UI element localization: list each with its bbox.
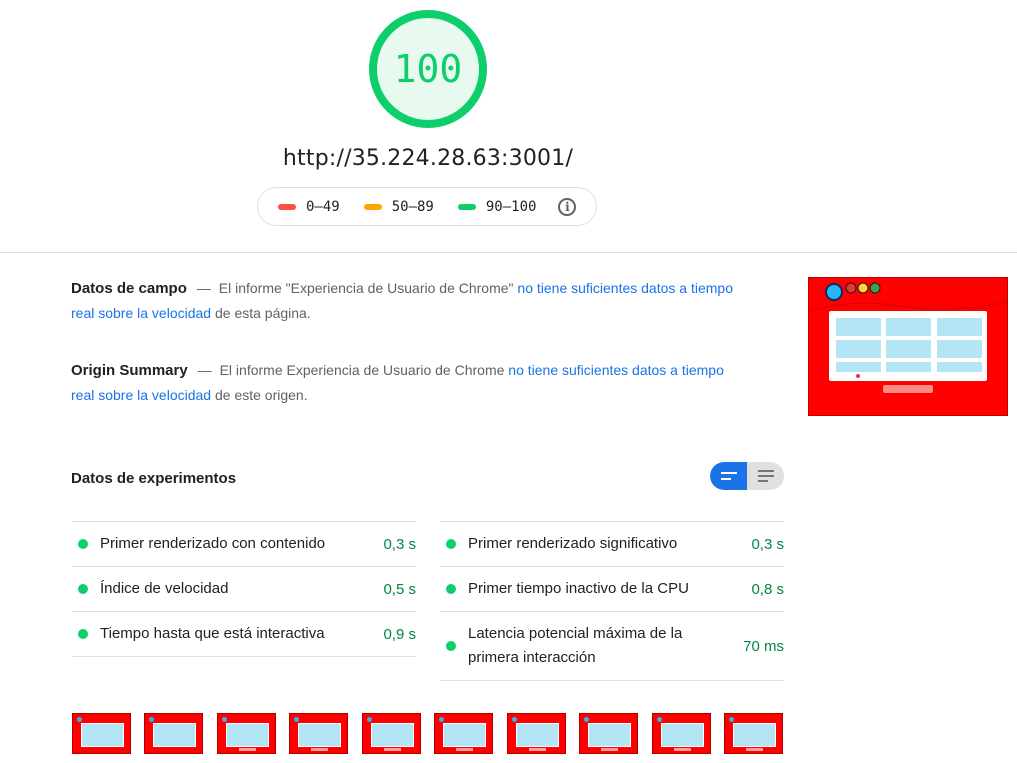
metric-label: Primer renderizado con contenido xyxy=(100,535,326,552)
origin-summary-section: Origin Summary — El informe Experiencia d… xyxy=(71,358,751,408)
metric-first-contentful-paint: Primer renderizado con contenido 0,3 s xyxy=(72,521,416,566)
legend-fail: 0–49 xyxy=(278,199,340,215)
section-divider xyxy=(0,252,1017,253)
metric-label: Latencia potencial máxima de la primera … xyxy=(468,625,683,666)
metric-label: Primer tiempo inactivo de la CPU xyxy=(468,580,689,597)
expanded-view-icon xyxy=(757,470,774,482)
pass-indicator-icon xyxy=(78,539,88,549)
legend-average: 50–89 xyxy=(363,198,434,215)
info-icon[interactable]: i xyxy=(558,197,577,216)
metric-value: 70 ms xyxy=(743,637,784,655)
final-screenshot xyxy=(808,277,1008,416)
filmstrip-frame xyxy=(579,713,638,754)
metric-time-to-interactive: Tiempo hasta que está interactiva 0,9 s xyxy=(72,611,416,657)
field-data-heading: Datos de campo xyxy=(71,280,187,297)
metric-first-meaningful-paint: Primer renderizado significativo 0,3 s xyxy=(440,521,784,566)
score-gauge: 100 xyxy=(368,9,488,129)
metric-label: Primer renderizado significativo xyxy=(468,535,678,552)
compact-view-button[interactable] xyxy=(710,462,747,490)
metric-speed-index: Índice de velocidad 0,5 s xyxy=(72,566,416,611)
legend-average-label: 50–89 xyxy=(391,198,434,215)
legend-pass: 90–100 xyxy=(457,198,537,215)
lab-data-title: Datos de experimentos xyxy=(71,470,237,487)
metric-value: 0,8 s xyxy=(751,580,784,598)
filmstrip-frame xyxy=(144,713,203,754)
metric-max-potential-fid: Latencia potencial máxima de la primera … xyxy=(440,611,784,681)
metric-value: 0,9 s xyxy=(383,625,416,643)
filmstrip-frame xyxy=(217,713,276,754)
final-screenshot-image xyxy=(808,278,1008,415)
pass-color-bar xyxy=(457,203,476,210)
pass-indicator-icon xyxy=(78,584,88,594)
origin-summary-dash: — xyxy=(197,362,212,378)
pass-indicator-icon xyxy=(446,539,456,549)
audited-url: http://35.224.28.63:3001/ xyxy=(282,146,574,171)
metric-value: 0,3 s xyxy=(751,535,784,553)
metric-label: Tiempo hasta que está interactiva xyxy=(100,625,325,642)
origin-summary-text: El informe Experiencia de Usuario de Chr… xyxy=(219,362,505,378)
origin-summary-text-after: de este origen. xyxy=(214,387,308,403)
filmstrip-frame xyxy=(652,713,711,754)
expanded-view-button[interactable] xyxy=(747,462,784,490)
field-data-text-after: de esta página. xyxy=(214,305,311,321)
filmstrip-frame xyxy=(72,713,131,754)
average-color-bar xyxy=(363,203,382,210)
lab-metrics-left: Primer renderizado con contenido 0,3 s Í… xyxy=(72,521,416,657)
lab-metrics-right: Primer renderizado significativo 0,3 s P… xyxy=(440,521,784,681)
filmstrip-frame xyxy=(434,713,493,754)
fail-color-bar xyxy=(278,203,296,210)
metric-label: Índice de velocidad xyxy=(100,580,229,597)
metrics-view-toggle[interactable] xyxy=(710,462,784,490)
pass-indicator-icon xyxy=(446,584,456,594)
metric-first-cpu-idle: Primer tiempo inactivo de la CPU 0,8 s xyxy=(440,566,784,611)
filmstrip-frame xyxy=(362,713,421,754)
pass-indicator-icon xyxy=(446,641,456,651)
filmstrip-frame xyxy=(289,713,348,754)
compact-view-icon xyxy=(720,472,737,480)
metric-value: 0,5 s xyxy=(383,580,416,598)
field-data-section: Datos de campo — El informe "Experiencia … xyxy=(71,276,751,326)
field-data-dash: — xyxy=(196,280,211,296)
pass-indicator-icon xyxy=(78,629,88,639)
filmstrip xyxy=(72,713,792,755)
origin-summary-heading: Origin Summary xyxy=(71,362,188,379)
performance-score: 100 xyxy=(393,47,463,91)
legend-pass-label: 90–100 xyxy=(485,198,537,215)
score-legend: 0–49 50–89 90–100 i xyxy=(257,187,597,226)
filmstrip-frame xyxy=(507,713,566,754)
metric-value: 0,3 s xyxy=(383,535,416,553)
legend-fail-label: 0–49 xyxy=(306,198,340,215)
filmstrip-frame xyxy=(724,713,783,754)
field-data-text: El informe "Experiencia de Usuario de Ch… xyxy=(218,280,514,296)
